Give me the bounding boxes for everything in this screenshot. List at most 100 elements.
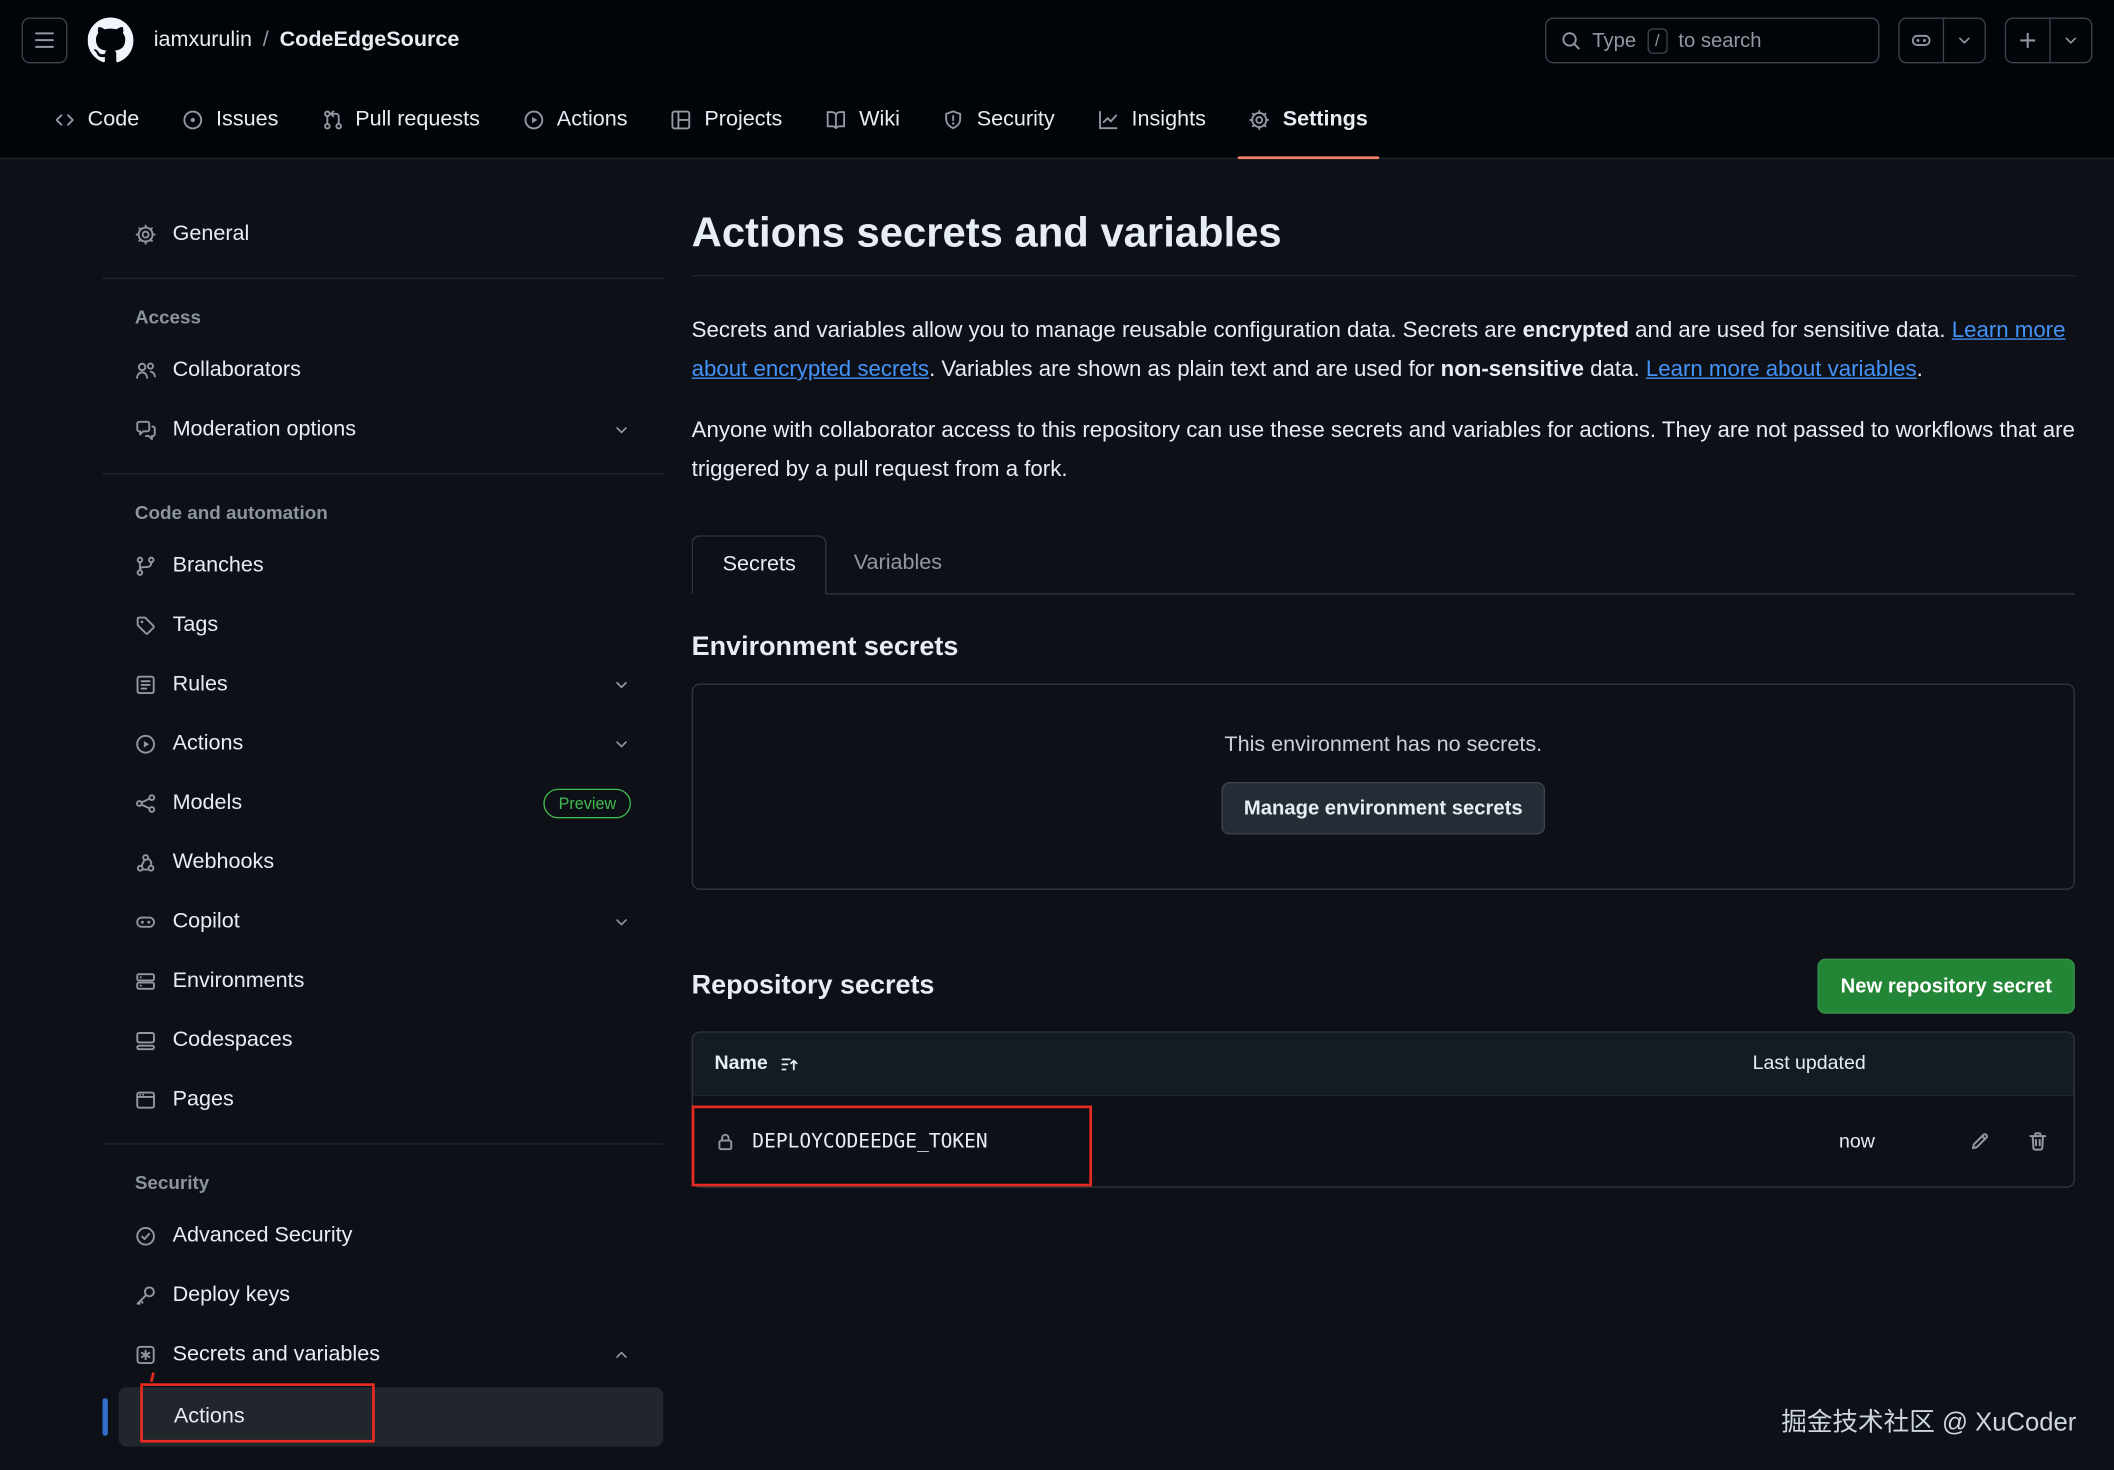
copilot-button[interactable] <box>1900 19 1943 62</box>
sidebar-item-label: Advanced Security <box>173 1224 353 1248</box>
repo-nav: Code Issues Pull requests Actions Projec… <box>0 81 2114 159</box>
sidebar-item-label: Collaborators <box>173 359 301 383</box>
tab-projects[interactable]: Projects <box>649 81 804 158</box>
secret-name: DEPLOYCODEEDGE_TOKEN <box>752 1130 987 1152</box>
tab-actions[interactable]: Actions <box>502 81 650 158</box>
search-placeholder-post: to search <box>1678 29 1761 52</box>
tab-label: Pull requests <box>355 107 480 131</box>
tab-security[interactable]: Security <box>921 81 1076 158</box>
people-icon <box>135 360 157 382</box>
play-icon <box>135 733 157 755</box>
table-header-row: Name Last updated <box>693 1033 2074 1095</box>
lock-icon <box>715 1130 737 1152</box>
shield-icon <box>943 109 965 131</box>
column-header-last-updated: Last updated <box>1736 1053 2073 1075</box>
page-header: Actions secrets and variables <box>692 205 2075 276</box>
comment-discussion-icon <box>135 419 157 441</box>
tab-insights[interactable]: Insights <box>1076 81 1227 158</box>
breadcrumb: iamxurulin / CodeEdgeSource <box>154 28 460 52</box>
secret-name-cell: DEPLOYCODEEDGE_TOKEN <box>715 1130 1737 1152</box>
column-label: Name <box>715 1053 768 1075</box>
chevron-down-icon <box>2061 31 2080 50</box>
workflow-icon <box>135 793 157 815</box>
copilot-icon <box>135 911 157 933</box>
project-table-icon <box>671 109 693 131</box>
chevron-down-icon <box>612 421 631 440</box>
sidebar-item-codespaces[interactable]: Codespaces <box>102 1011 663 1070</box>
manage-environment-secrets-button[interactable]: Manage environment secrets <box>1221 782 1546 835</box>
intro-text: Secrets and variables allow you to manag… <box>692 318 1523 342</box>
github-logo[interactable] <box>86 16 135 65</box>
sidebar-item-tags[interactable]: Tags <box>102 596 663 655</box>
intro-text: . Variables are shown as plain text and … <box>929 357 1441 381</box>
sidebar-item-advanced-security[interactable]: Advanced Security <box>102 1207 663 1266</box>
pencil-icon[interactable] <box>1968 1130 1991 1153</box>
slash-keycap: / <box>1647 28 1668 54</box>
breadcrumb-separator: / <box>263 28 269 52</box>
trash-icon[interactable] <box>2026 1130 2049 1153</box>
column-header-name[interactable]: Name <box>715 1053 1737 1075</box>
sidebar-item-moderation-options[interactable]: Moderation options <box>102 400 663 459</box>
tab-settings[interactable]: Settings <box>1227 81 1389 158</box>
repository-secrets-heading: Repository secrets <box>692 968 935 1003</box>
page-title: Actions secrets and variables <box>692 205 2075 262</box>
repository-secrets-header-row: Repository secrets New repository secret <box>692 957 2075 1014</box>
copilot-dropdown-button[interactable] <box>1943 19 1985 62</box>
sidebar-item-webhooks[interactable]: Webhooks <box>102 833 663 892</box>
sidebar-item-copilot[interactable]: Copilot <box>102 893 663 952</box>
gear-icon <box>1249 109 1271 131</box>
environment-secrets-heading: Environment secrets <box>692 630 2075 665</box>
secret-meta-cell: now <box>1736 1130 2073 1153</box>
sidebar-item-label: Pages <box>173 1088 234 1112</box>
tab-issues[interactable]: Issues <box>161 81 300 158</box>
sidebar-item-rules[interactable]: Rules <box>102 655 663 714</box>
key-icon <box>135 1285 157 1307</box>
sidebar-subitem-wrapper: Actions <box>119 1387 664 1446</box>
sidebar-item-models[interactable]: Models Preview <box>102 774 663 833</box>
sidebar-item-deploy-keys[interactable]: Deploy keys <box>102 1266 663 1325</box>
sidebar-item-environments[interactable]: Environments <box>102 952 663 1011</box>
intro-bold-non-sensitive: non-sensitive <box>1441 357 1584 381</box>
play-icon <box>523 109 545 131</box>
search-icon <box>1560 30 1582 52</box>
watermark: 掘金技术社区 @ XuCoder <box>1781 1402 2076 1438</box>
learn-more-variables-link[interactable]: Learn more about variables <box>1646 357 1917 381</box>
global-search-input[interactable]: Type / to search <box>1545 18 1879 64</box>
tab-wiki[interactable]: Wiki <box>804 81 922 158</box>
divider <box>102 473 663 474</box>
sidebar-item-actions[interactable]: Actions <box>102 715 663 774</box>
tab-secrets[interactable]: Secrets <box>692 535 827 594</box>
divider <box>102 1143 663 1144</box>
sidebar-item-label: Moderation options <box>173 418 356 442</box>
sidebar-item-secrets-and-variables[interactable]: Secrets and variables <box>102 1325 663 1384</box>
issue-opened-icon <box>182 109 204 131</box>
sidebar-subitem-actions[interactable]: Actions <box>119 1387 664 1446</box>
breadcrumb-owner-link[interactable]: iamxurulin <box>154 28 252 52</box>
plus-button[interactable] <box>2006 19 2049 62</box>
table-row: DEPLOYCODEEDGE_TOKEN now <box>693 1095 2074 1187</box>
breadcrumb-repo-link[interactable]: CodeEdgeSource <box>280 28 460 52</box>
pull-request-icon <box>322 109 344 131</box>
sidebar-item-collaborators[interactable]: Collaborators <box>102 341 663 400</box>
intro-bold-encrypted: encrypted <box>1523 318 1629 342</box>
tab-code[interactable]: Code <box>32 81 160 158</box>
sidebar-item-pages[interactable]: Pages <box>102 1070 663 1129</box>
tab-variables[interactable]: Variables <box>827 535 969 593</box>
plus-dropdown-button[interactable] <box>2049 19 2091 62</box>
sidebar-item-general[interactable]: General <box>102 205 663 264</box>
sidebar-item-label: Branches <box>173 554 264 578</box>
hamburger-menu-button[interactable] <box>22 18 68 64</box>
repository-secrets-table-wrapper: Name Last updated DEPLOYCODEEDGE_TOKEN n… <box>692 1031 2075 1187</box>
sort-ascending-icon <box>779 1054 799 1074</box>
gear-icon <box>135 224 157 246</box>
sidebar-item-label: Tags <box>173 613 219 637</box>
sidebar-item-branches[interactable]: Branches <box>102 537 663 596</box>
settings-content: Actions secrets and variables Secrets an… <box>692 205 2075 1447</box>
tab-pull-requests[interactable]: Pull requests <box>300 81 502 158</box>
rules-icon <box>135 674 157 696</box>
chevron-down-icon <box>612 735 631 754</box>
tab-label: Insights <box>1132 107 1206 131</box>
codespaces-icon <box>135 1030 157 1052</box>
new-repository-secret-button[interactable]: New repository secret <box>1818 958 2075 1013</box>
empty-state-text: This environment has no secrets. <box>720 733 2047 757</box>
